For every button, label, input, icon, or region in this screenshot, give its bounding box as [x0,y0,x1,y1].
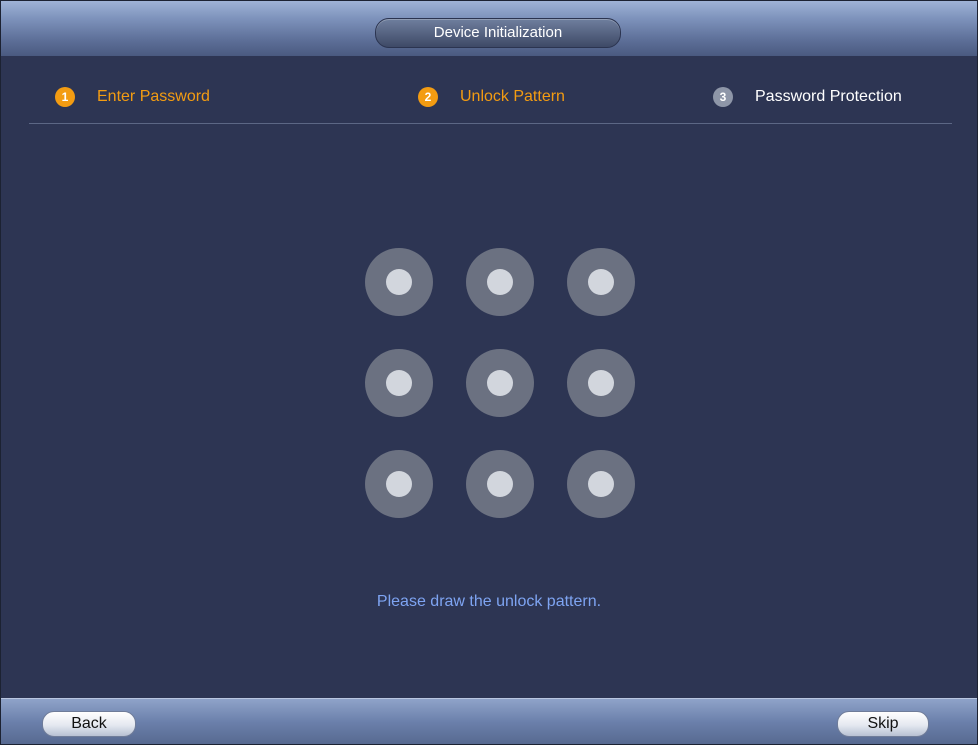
pattern-dot-center [386,471,412,497]
pattern-hint-text: Please draw the unlock pattern. [376,593,602,610]
pattern-dot-5[interactable] [466,349,534,417]
pattern-dot-center [386,370,412,396]
skip-button[interactable]: Skip [837,711,929,737]
pattern-dot-center [487,370,513,396]
pattern-dot-7[interactable] [365,450,433,518]
device-initialization-window: Device Initialization 1 Enter Password 2… [0,0,978,745]
pattern-dot-center [588,370,614,396]
pattern-dot-2[interactable] [466,248,534,316]
pattern-dot-4[interactable] [365,349,433,417]
pattern-dot-center [487,269,513,295]
pattern-dot-1[interactable] [365,248,433,316]
pattern-dot-3[interactable] [567,248,635,316]
footer-bar: Back Skip [1,698,977,744]
pattern-dot-9[interactable] [567,450,635,518]
back-button[interactable]: Back [42,711,136,737]
pattern-dot-8[interactable] [466,450,534,518]
pattern-dot-center [588,269,614,295]
pattern-dot-center [588,471,614,497]
pattern-dot-center [487,471,513,497]
pattern-dot-center [386,269,412,295]
pattern-dot-6[interactable] [567,349,635,417]
